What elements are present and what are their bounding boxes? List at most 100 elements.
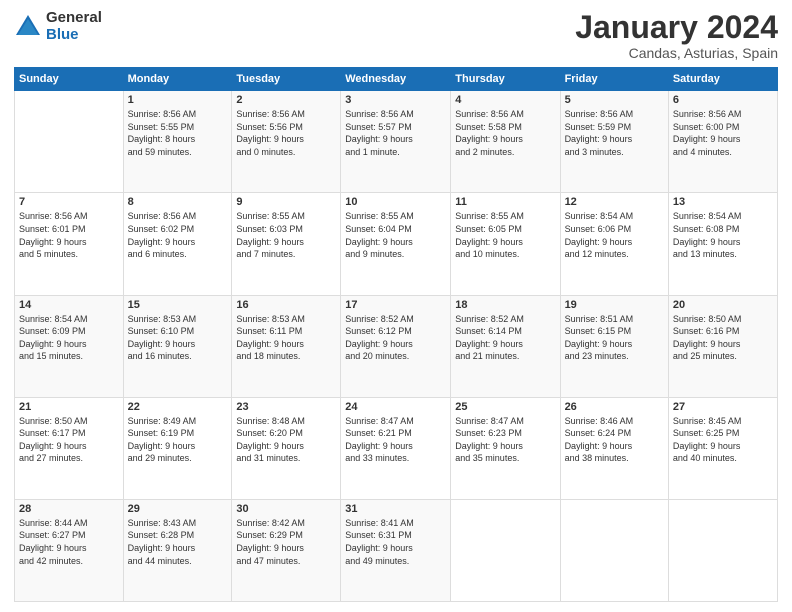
calendar-header-sunday: Sunday xyxy=(15,68,124,91)
day-info: Sunrise: 8:55 AMSunset: 6:04 PMDaylight:… xyxy=(345,210,446,260)
day-info: Sunrise: 8:48 AMSunset: 6:20 PMDaylight:… xyxy=(236,415,336,465)
calendar-cell: 11 Sunrise: 8:55 AMSunset: 6:05 PMDayligh… xyxy=(451,193,560,295)
calendar-header-friday: Friday xyxy=(560,68,668,91)
calendar-table: SundayMondayTuesdayWednesdayThursdayFrid… xyxy=(14,67,778,602)
calendar-cell xyxy=(668,499,777,601)
calendar-week-1: 1 Sunrise: 8:56 AMSunset: 5:55 PMDaylight… xyxy=(15,91,778,193)
calendar-header-tuesday: Tuesday xyxy=(232,68,341,91)
calendar-cell: 10 Sunrise: 8:55 AMSunset: 6:04 PMDayligh… xyxy=(341,193,451,295)
day-number: 11 xyxy=(455,196,555,208)
day-number: 20 xyxy=(673,299,773,311)
day-number: 5 xyxy=(565,94,664,106)
day-number: 29 xyxy=(128,503,228,515)
day-info: Sunrise: 8:56 AMSunset: 5:56 PMDaylight:… xyxy=(236,108,336,158)
calendar-cell: 22 Sunrise: 8:49 AMSunset: 6:19 PMDayligh… xyxy=(123,397,232,499)
logo-blue-text: Blue xyxy=(46,27,102,44)
day-number: 24 xyxy=(345,401,446,413)
day-info: Sunrise: 8:46 AMSunset: 6:24 PMDaylight:… xyxy=(565,415,664,465)
day-number: 4 xyxy=(455,94,555,106)
day-info: Sunrise: 8:56 AMSunset: 6:01 PMDaylight:… xyxy=(19,210,119,260)
day-info: Sunrise: 8:56 AMSunset: 5:59 PMDaylight:… xyxy=(565,108,664,158)
month-title: January 2024 xyxy=(575,10,778,45)
day-info: Sunrise: 8:42 AMSunset: 6:29 PMDaylight:… xyxy=(236,517,336,567)
day-info: Sunrise: 8:51 AMSunset: 6:15 PMDaylight:… xyxy=(565,313,664,363)
day-info: Sunrise: 8:56 AMSunset: 5:55 PMDaylight:… xyxy=(128,108,228,158)
calendar-week-2: 7 Sunrise: 8:56 AMSunset: 6:01 PMDaylight… xyxy=(15,193,778,295)
calendar-cell: 25 Sunrise: 8:47 AMSunset: 6:23 PMDayligh… xyxy=(451,397,560,499)
day-info: Sunrise: 8:54 AMSunset: 6:06 PMDaylight:… xyxy=(565,210,664,260)
calendar-cell: 15 Sunrise: 8:53 AMSunset: 6:10 PMDayligh… xyxy=(123,295,232,397)
calendar-cell: 16 Sunrise: 8:53 AMSunset: 6:11 PMDayligh… xyxy=(232,295,341,397)
day-number: 22 xyxy=(128,401,228,413)
day-info: Sunrise: 8:53 AMSunset: 6:10 PMDaylight:… xyxy=(128,313,228,363)
calendar-week-5: 28 Sunrise: 8:44 AMSunset: 6:27 PMDayligh… xyxy=(15,499,778,601)
calendar-cell: 7 Sunrise: 8:56 AMSunset: 6:01 PMDaylight… xyxy=(15,193,124,295)
day-number: 31 xyxy=(345,503,446,515)
day-number: 25 xyxy=(455,401,555,413)
calendar-cell xyxy=(451,499,560,601)
day-info: Sunrise: 8:49 AMSunset: 6:19 PMDaylight:… xyxy=(128,415,228,465)
calendar-cell: 18Sunrise: 8:52 AMSunset: 6:14 PMDayligh… xyxy=(451,295,560,397)
calendar-header-row: SundayMondayTuesdayWednesdayThursdayFrid… xyxy=(15,68,778,91)
day-number: 1 xyxy=(128,94,228,106)
day-info: Sunrise: 8:43 AMSunset: 6:28 PMDaylight:… xyxy=(128,517,228,567)
day-number: 21 xyxy=(19,401,119,413)
page: General Blue January 2024 Candas, Asturi… xyxy=(0,0,792,612)
calendar-cell: 17Sunrise: 8:52 AMSunset: 6:12 PMDayligh… xyxy=(341,295,451,397)
day-number: 23 xyxy=(236,401,336,413)
calendar-week-3: 14 Sunrise: 8:54 AMSunset: 6:09 PMDayligh… xyxy=(15,295,778,397)
day-info: Sunrise: 8:56 AMSunset: 6:02 PMDaylight:… xyxy=(128,210,228,260)
calendar-cell: 14 Sunrise: 8:54 AMSunset: 6:09 PMDayligh… xyxy=(15,295,124,397)
title-block: January 2024 Candas, Asturias, Spain xyxy=(575,10,778,61)
day-info: Sunrise: 8:47 AMSunset: 6:23 PMDaylight:… xyxy=(455,415,555,465)
calendar-cell: 8 Sunrise: 8:56 AMSunset: 6:02 PMDaylight… xyxy=(123,193,232,295)
day-number: 27 xyxy=(673,401,773,413)
calendar-cell: 31 Sunrise: 8:41 AMSunset: 6:31 PMDayligh… xyxy=(341,499,451,601)
day-number: 9 xyxy=(236,196,336,208)
day-number: 2 xyxy=(236,94,336,106)
day-info: Sunrise: 8:44 AMSunset: 6:27 PMDaylight:… xyxy=(19,517,119,567)
day-number: 19 xyxy=(565,299,664,311)
calendar-cell xyxy=(15,91,124,193)
header: General Blue January 2024 Candas, Asturi… xyxy=(14,10,778,61)
day-info: Sunrise: 8:50 AMSunset: 6:17 PMDaylight:… xyxy=(19,415,119,465)
day-number: 16 xyxy=(236,299,336,311)
day-number: 26 xyxy=(565,401,664,413)
day-number: 15 xyxy=(128,299,228,311)
day-info: Sunrise: 8:45 AMSunset: 6:25 PMDaylight:… xyxy=(673,415,773,465)
calendar-cell: 24 Sunrise: 8:47 AMSunset: 6:21 PMDayligh… xyxy=(341,397,451,499)
logo-general-text: General xyxy=(46,10,102,27)
calendar-cell: 3Sunrise: 8:56 AMSunset: 5:57 PMDaylight… xyxy=(341,91,451,193)
day-number: 13 xyxy=(673,196,773,208)
day-info: Sunrise: 8:55 AMSunset: 6:05 PMDaylight:… xyxy=(455,210,555,260)
day-number: 10 xyxy=(345,196,446,208)
calendar-cell xyxy=(560,499,668,601)
day-number: 6 xyxy=(673,94,773,106)
day-number: 14 xyxy=(19,299,119,311)
day-number: 3 xyxy=(345,94,446,106)
day-number: 28 xyxy=(19,503,119,515)
calendar-header-saturday: Saturday xyxy=(668,68,777,91)
logo-text: General Blue xyxy=(46,10,102,43)
day-info: Sunrise: 8:41 AMSunset: 6:31 PMDaylight:… xyxy=(345,517,446,567)
location: Candas, Asturias, Spain xyxy=(575,45,778,61)
day-info: Sunrise: 8:56 AMSunset: 5:58 PMDaylight:… xyxy=(455,108,555,158)
calendar-cell: 19 Sunrise: 8:51 AMSunset: 6:15 PMDayligh… xyxy=(560,295,668,397)
calendar-cell: 6Sunrise: 8:56 AMSunset: 6:00 PMDaylight… xyxy=(668,91,777,193)
day-info: Sunrise: 8:50 AMSunset: 6:16 PMDaylight:… xyxy=(673,313,773,363)
calendar-cell: 9 Sunrise: 8:55 AMSunset: 6:03 PMDaylight… xyxy=(232,193,341,295)
calendar-cell: 4 Sunrise: 8:56 AMSunset: 5:58 PMDaylight… xyxy=(451,91,560,193)
day-info: Sunrise: 8:53 AMSunset: 6:11 PMDaylight:… xyxy=(236,313,336,363)
day-info: Sunrise: 8:47 AMSunset: 6:21 PMDaylight:… xyxy=(345,415,446,465)
calendar-cell: 26 Sunrise: 8:46 AMSunset: 6:24 PMDayligh… xyxy=(560,397,668,499)
day-info: Sunrise: 8:55 AMSunset: 6:03 PMDaylight:… xyxy=(236,210,336,260)
calendar-header-wednesday: Wednesday xyxy=(341,68,451,91)
calendar-cell: 2 Sunrise: 8:56 AMSunset: 5:56 PMDaylight… xyxy=(232,91,341,193)
calendar-header-monday: Monday xyxy=(123,68,232,91)
calendar-cell: 5 Sunrise: 8:56 AMSunset: 5:59 PMDaylight… xyxy=(560,91,668,193)
day-info: Sunrise: 8:54 AMSunset: 6:09 PMDaylight:… xyxy=(19,313,119,363)
day-number: 8 xyxy=(128,196,228,208)
day-number: 7 xyxy=(19,196,119,208)
day-info: Sunrise: 8:52 AMSunset: 6:14 PMDaylight:… xyxy=(455,313,555,363)
logo: General Blue xyxy=(14,10,102,43)
